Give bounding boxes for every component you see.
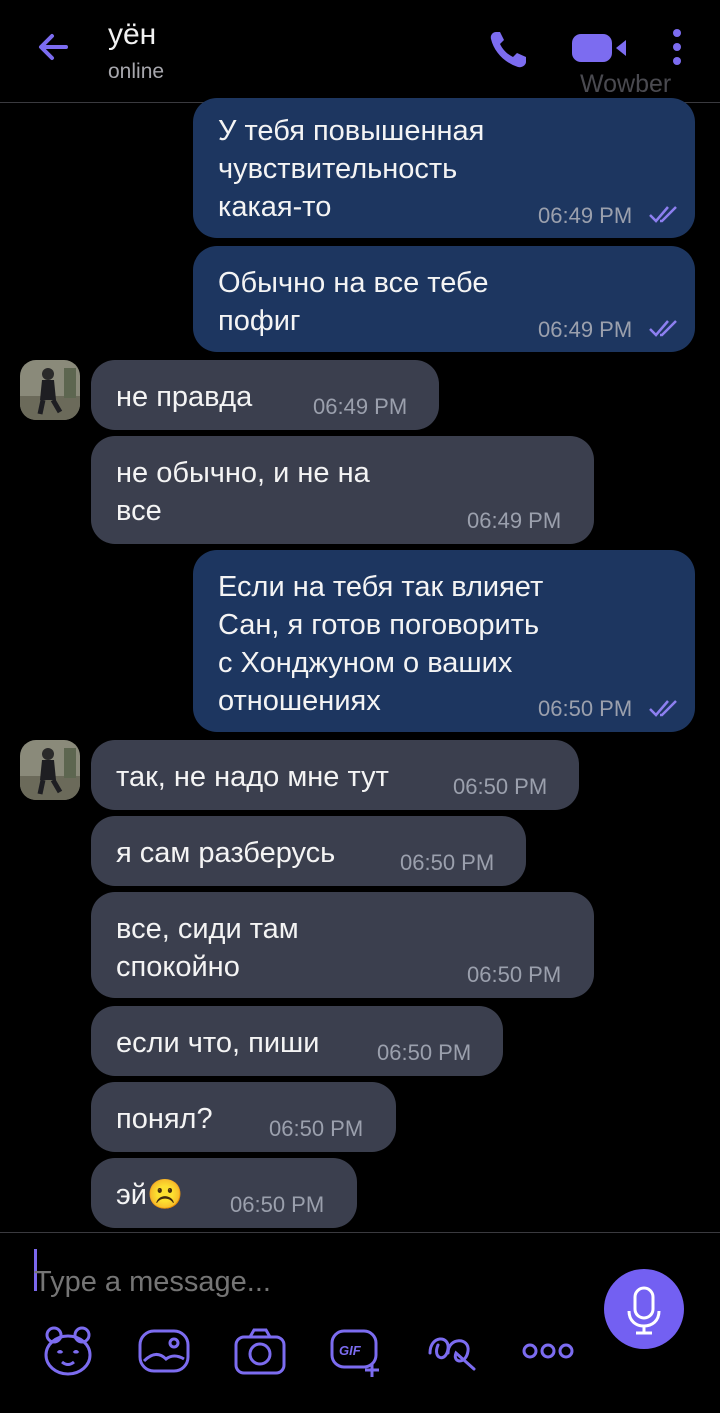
gallery-icon[interactable] <box>136 1323 192 1379</box>
message-time: 06:50 PM <box>400 850 495 875</box>
message-text: понял? <box>116 1103 213 1135</box>
message-text: я сам разберусь <box>116 837 336 869</box>
message-time: 06:50 PM <box>453 774 548 799</box>
phone-icon[interactable] <box>484 24 534 74</box>
message-bubble-incoming[interactable]: понял? 06:50 PM <box>91 1082 396 1152</box>
contact-avatar[interactable] <box>20 360 80 420</box>
message-text: эй☹️ <box>116 1179 184 1211</box>
message-bubble-incoming[interactable]: эй☹️ 06:50 PM <box>91 1158 357 1228</box>
message-text: не правда <box>116 381 253 413</box>
read-receipt-icon <box>649 320 677 337</box>
more-horizontal-icon[interactable] <box>520 1323 576 1379</box>
message-bubble-outgoing[interactable]: У тебя повышенная чувствительность какая… <box>193 98 695 238</box>
contact-name[interactable]: уён <box>108 18 156 52</box>
read-receipt-icon <box>649 206 677 223</box>
message-bubble-incoming[interactable]: я сам разберусь 06:50 PM <box>91 816 526 886</box>
watermark: Wowber <box>580 70 672 98</box>
message-time: 06:49 PM <box>538 317 633 342</box>
gif-icon[interactable]: GIF <box>328 1323 384 1379</box>
camera-icon[interactable] <box>232 1323 288 1379</box>
message-time: 06:49 PM <box>313 394 408 419</box>
message-text: так, не надо мне тут <box>116 761 389 793</box>
doodle-icon[interactable] <box>424 1323 480 1379</box>
read-receipt-icon <box>649 700 677 717</box>
message-time: 06:49 PM <box>467 508 562 533</box>
message-text: Если на тебя так влияет Сан, я готов пог… <box>218 571 544 717</box>
contact-avatar[interactable] <box>20 740 80 800</box>
message-time: 06:50 PM <box>538 696 633 721</box>
sticker-icon[interactable] <box>40 1323 96 1379</box>
message-time: 06:50 PM <box>269 1116 364 1141</box>
message-time: 06:50 PM <box>377 1040 472 1065</box>
message-bubble-incoming[interactable]: не обычно, и не на все 06:49 PM <box>91 436 594 544</box>
video-camera-icon[interactable] <box>568 26 632 70</box>
message-bubble-incoming[interactable]: все, сиди там спокойно 06:50 PM <box>91 892 594 998</box>
message-time: 06:49 PM <box>538 203 633 228</box>
message-time: 06:50 PM <box>467 962 562 987</box>
message-bubble-outgoing[interactable]: Если на тебя так влияет Сан, я готов пог… <box>193 550 695 732</box>
chat-header: уён online Wowber <box>0 0 720 103</box>
message-text: Обычно на все тебе пофиг <box>218 267 489 337</box>
message-bubble-incoming[interactable]: если что, пиши 06:50 PM <box>91 1006 503 1076</box>
avatar-image <box>20 360 80 420</box>
message-text: все, сиди там спокойно <box>116 913 299 983</box>
message-bubble-outgoing[interactable]: Обычно на все тебе пофиг 06:49 PM <box>193 246 695 352</box>
back-arrow-icon[interactable] <box>30 22 80 72</box>
message-composer: GIF <box>0 1232 720 1413</box>
microphone-button[interactable] <box>604 1269 684 1349</box>
svg-text:GIF: GIF <box>339 1343 362 1358</box>
message-text: У тебя повышенная чувствительность какая… <box>218 115 485 223</box>
more-vertical-icon[interactable] <box>664 26 690 70</box>
avatar-image <box>20 740 80 800</box>
contact-status: online <box>108 60 165 83</box>
message-time: 06:50 PM <box>230 1192 325 1217</box>
message-input[interactable] <box>34 1255 554 1309</box>
message-bubble-incoming[interactable]: так, не надо мне тут 06:50 PM <box>91 740 579 810</box>
message-text: не обычно, и не на все <box>116 457 370 527</box>
message-text: если что, пиши <box>116 1027 320 1059</box>
message-bubble-incoming[interactable]: не правда 06:49 PM <box>91 360 439 430</box>
microphone-icon <box>627 1286 661 1335</box>
